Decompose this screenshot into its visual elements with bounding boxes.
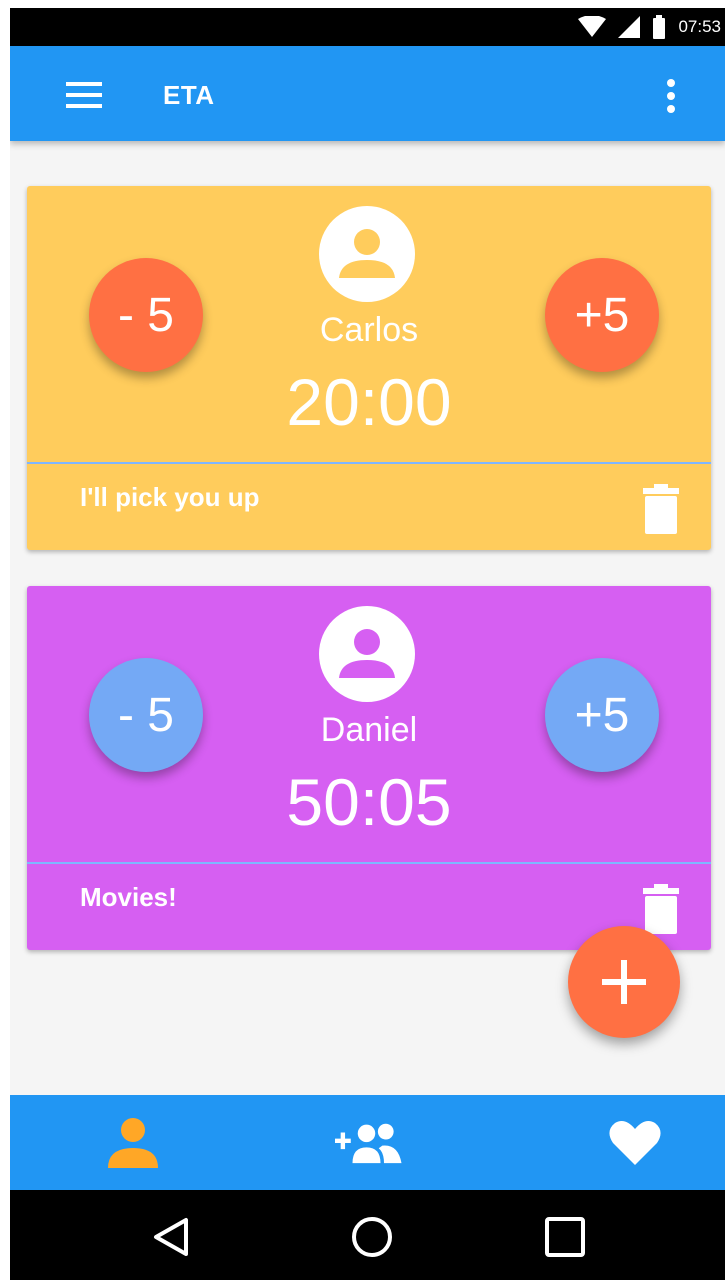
- contact-name: Daniel: [320, 711, 418, 749]
- eta-time: 20:00: [286, 365, 452, 439]
- bottom-navigation: [10, 1095, 725, 1190]
- wifi-icon: [578, 16, 607, 37]
- eta-card-daniel: - 5 +5 Daniel 50:05 Movies!: [27, 586, 711, 950]
- app-screen: 07:53 ETA - 5 +5 Carlos 20:00 I'll pick …: [10, 8, 725, 1280]
- avatar-icon: [319, 606, 415, 702]
- battery-icon: [653, 15, 666, 39]
- person-icon: [108, 1118, 158, 1168]
- eta-card-carlos: - 5 +5 Carlos 20:00 I'll pick you up: [27, 186, 711, 550]
- more-vert-icon[interactable]: [659, 76, 683, 116]
- home-icon[interactable]: [347, 1212, 397, 1262]
- card-divider: [27, 462, 711, 464]
- add-group-icon: [335, 1123, 402, 1164]
- eta-note: Movies!: [80, 882, 177, 912]
- trash-icon[interactable]: [641, 884, 681, 934]
- nav-item-add-group[interactable]: [335, 1115, 405, 1171]
- app-bar: ETA: [10, 46, 725, 141]
- nav-item-person[interactable]: [98, 1115, 168, 1171]
- eta-time: 50:05: [286, 765, 452, 839]
- recents-icon[interactable]: [540, 1212, 590, 1262]
- hamburger-icon[interactable]: [64, 80, 104, 110]
- add-eta-button[interactable]: [568, 926, 680, 1038]
- cellular-signal-icon: [618, 16, 641, 38]
- app-title: ETA: [163, 80, 215, 110]
- avatar-icon: [319, 206, 415, 302]
- status-time: 07:53: [678, 17, 721, 36]
- trash-icon[interactable]: [641, 484, 681, 534]
- heart-icon: [609, 1121, 661, 1165]
- system-navigation-bar: [10, 1190, 725, 1280]
- back-icon[interactable]: [146, 1212, 196, 1262]
- eta-note: I'll pick you up: [80, 482, 260, 512]
- card-divider: [27, 862, 711, 864]
- contact-name: Carlos: [319, 311, 419, 349]
- add-icon: [602, 960, 646, 1004]
- status-bar: 07:53: [10, 8, 725, 46]
- nav-item-favorites[interactable]: [600, 1115, 670, 1171]
